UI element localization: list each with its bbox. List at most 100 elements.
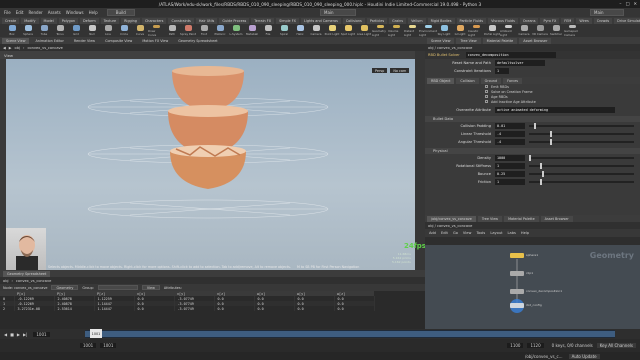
param-tab-tree-view[interactable]: Tree View xyxy=(456,37,481,44)
node-clip1[interactable] xyxy=(510,271,524,276)
menu-assets[interactable]: Assets xyxy=(48,10,61,15)
overwrite-attr-field[interactable]: active animated deforming xyxy=(495,107,615,113)
shelf-tool-23[interactable]: Geometry Light xyxy=(372,24,388,37)
checkbox[interactable] xyxy=(485,95,488,98)
tab-rbd-object[interactable]: RBD Object xyxy=(427,77,455,84)
shelf-tab-0[interactable]: Create xyxy=(2,17,20,24)
start-frame-field[interactable]: 1001 xyxy=(100,343,117,348)
shelf-tab-17[interactable]: Vellum xyxy=(408,17,426,24)
shelf-tab-2[interactable]: Model xyxy=(40,17,57,24)
slider-knob[interactable] xyxy=(534,123,537,129)
net-menu-go[interactable]: Go xyxy=(453,231,458,235)
node-name-field[interactable]: convex_decomposition xyxy=(465,52,556,58)
param-value-field[interactable]: 1000 xyxy=(495,155,525,161)
param-reset-field[interactable]: defaultsolver xyxy=(495,60,545,66)
shelf-tool-0[interactable]: Box xyxy=(4,24,20,37)
tab-motion-fx-view[interactable]: Motion FX View xyxy=(138,38,172,44)
table-row[interactable]: 2 3.27231e-08 2.53614 1.14447 0.0 -3.07749 0.0… xyxy=(0,306,375,311)
node-rbd-config[interactable] xyxy=(510,303,524,308)
shelf-tab-8[interactable]: Constraints xyxy=(168,17,194,24)
menu-help[interactable]: Help xyxy=(89,10,98,15)
shelf-tab-3[interactable]: Polygon xyxy=(58,17,79,24)
param-slider[interactable] xyxy=(529,123,634,129)
persp-camera-button[interactable]: Persp xyxy=(372,68,388,73)
shelf-tool-13[interactable]: Platonic xyxy=(212,24,228,37)
net-tab-asset-browser[interactable]: Asset Browser xyxy=(540,215,573,222)
shelf-tab-12[interactable]: Simple FX xyxy=(276,17,299,24)
shelf-tab-24[interactable]: Wires xyxy=(576,17,592,24)
shelf-tool-30[interactable]: Portal Light xyxy=(484,24,500,37)
net-menu-view[interactable]: View xyxy=(463,231,472,235)
ss-path-node[interactable]: convex_vs_concave xyxy=(16,279,51,283)
shelf-tab-21[interactable]: Oceans xyxy=(519,17,539,24)
node-sphere1[interactable] xyxy=(510,253,524,258)
shelf-tool-5[interactable]: Null xyxy=(84,24,100,37)
shelf-tool-28[interactable]: GI Light xyxy=(452,24,468,37)
maximize-icon[interactable]: □ xyxy=(626,1,630,6)
back-arrow-icon[interactable]: ◀ xyxy=(3,46,6,50)
shelf-tool-34[interactable]: Switcher xyxy=(548,24,564,37)
range-start-field[interactable]: 1001 xyxy=(80,343,97,348)
shelf-tab-18[interactable]: Rigid Bodies xyxy=(427,17,455,24)
param-slider[interactable] xyxy=(529,139,634,145)
shelf-tab-6[interactable]: Rigging xyxy=(121,17,140,24)
shelf-tool-18[interactable]: Helix xyxy=(292,24,308,37)
tab-collision[interactable]: Collision xyxy=(456,77,479,84)
range-end-field[interactable]: 1120 xyxy=(527,343,544,348)
ss-group-field[interactable] xyxy=(97,285,138,290)
close-icon[interactable]: ✕ xyxy=(633,1,637,6)
slider-knob[interactable] xyxy=(550,139,552,145)
net-tab-material-palette[interactable]: Material Palette xyxy=(504,215,539,222)
shelf-tool-9[interactable]: Draw Curve xyxy=(148,24,164,37)
play-reverse-icon[interactable]: ◀ xyxy=(4,332,7,337)
checkbox[interactable] xyxy=(485,90,488,93)
slider-knob[interactable] xyxy=(539,179,542,185)
shelf-tool-25[interactable]: Distant Light xyxy=(404,24,420,37)
shelf-tab-16[interactable]: Grains xyxy=(389,17,407,24)
param-slider[interactable] xyxy=(529,179,634,185)
shelf-tool-24[interactable]: Volume Light xyxy=(388,24,404,37)
ss-view-dropdown[interactable]: View xyxy=(141,285,160,290)
menu-edit[interactable]: Edit xyxy=(16,10,24,15)
shelf-tool-2[interactable]: Tube xyxy=(36,24,52,37)
tab-geometry-spreadsheet[interactable]: Geometry Spreadsheet xyxy=(174,38,221,44)
shelf-tab-1[interactable]: Modify xyxy=(21,17,39,24)
shelf-tool-31[interactable]: Ambient Light xyxy=(500,24,516,37)
path-context[interactable]: obj xyxy=(15,46,20,50)
shelf-tool-16[interactable]: File xyxy=(260,24,276,37)
slider-knob[interactable] xyxy=(541,171,544,177)
desktop-dropdown[interactable]: Main xyxy=(320,9,356,16)
shelf-tool-27[interactable]: Sky Light xyxy=(436,24,452,37)
shelf-tool-14[interactable]: L-System xyxy=(228,24,244,37)
spreadsheet-table-area[interactable]: P[x] P[y] P[z] v[x] v[y] v[z] w[x] w[y] w[z] 0 -0… xyxy=(0,291,425,329)
desktop-dropdown-right[interactable]: Main xyxy=(590,9,624,16)
shelf-tab-14[interactable]: Collisions xyxy=(342,17,365,24)
end-frame-field[interactable]: 1100 xyxy=(507,343,524,348)
shelf-tool-10[interactable]: Path xyxy=(164,24,180,37)
tab-animation-editor[interactable]: Animation Editor xyxy=(31,38,67,44)
build-desktop-dropdown[interactable]: Build xyxy=(106,9,135,16)
viewport-right-toolbar[interactable] xyxy=(415,51,425,270)
shelf-tab-25[interactable]: Crowds xyxy=(593,17,613,24)
param-constraint-field[interactable]: 1 xyxy=(495,68,509,74)
shelf-tab-5[interactable]: Texture xyxy=(100,17,120,24)
ss-geometry-dropdown[interactable]: Geometry xyxy=(51,285,79,290)
param-slider[interactable] xyxy=(529,163,634,169)
timeline[interactable]: 1001 xyxy=(85,329,615,338)
shelf-tab-13[interactable]: Lights and Cameras xyxy=(301,17,341,24)
play-icon[interactable]: ▶ xyxy=(17,332,20,337)
checkbox[interactable] xyxy=(485,100,488,103)
tab-geometry-spreadsheet-active[interactable]: Geometry Spreadsheet xyxy=(3,270,51,277)
net-menu-add[interactable]: Add xyxy=(429,231,436,235)
net-menu-help[interactable]: Help xyxy=(521,231,529,235)
param-value-field[interactable]: .4 xyxy=(495,139,525,145)
no-cam-button[interactable]: No cam xyxy=(390,68,410,73)
param-tab-scene-view[interactable]: Scene View xyxy=(427,37,455,44)
tab-render-view[interactable]: Render View xyxy=(70,38,99,44)
param-value-field[interactable]: 1 xyxy=(495,179,525,185)
shelf-tool-29[interactable]: Caustic Light xyxy=(468,24,484,37)
slider-knob[interactable] xyxy=(539,163,542,169)
slider-knob[interactable] xyxy=(529,155,531,161)
param-slider[interactable] xyxy=(529,131,634,137)
param-tab-asset-browser[interactable]: Asset Browser xyxy=(519,37,552,44)
